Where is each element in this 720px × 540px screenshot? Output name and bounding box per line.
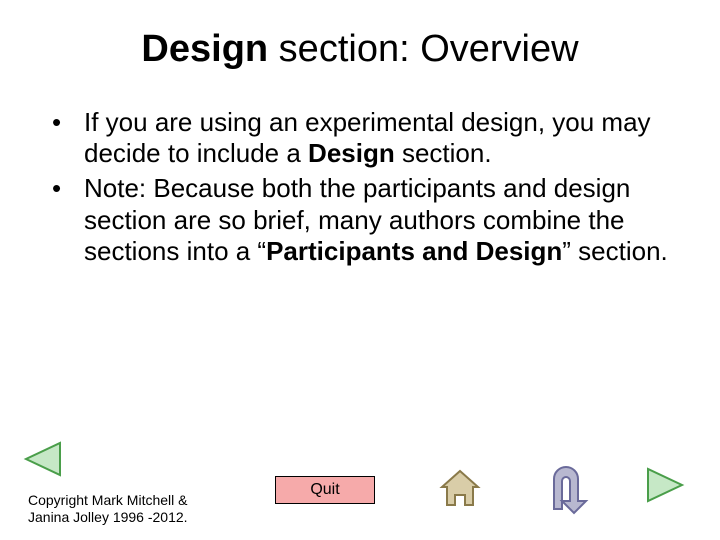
title-rest: section: Overview [268, 28, 578, 70]
u-turn-icon [536, 463, 592, 515]
bullet-list: If you are using an experimental design,… [40, 107, 680, 267]
slide-title: Design section: Overview [40, 28, 680, 71]
bullet-item: If you are using an experimental design,… [52, 107, 680, 169]
quit-button[interactable]: Quit [275, 476, 375, 504]
next-slide-button[interactable] [644, 465, 688, 510]
return-button[interactable] [536, 463, 592, 520]
title-bold: Design [141, 28, 268, 70]
previous-slide-button[interactable] [20, 439, 64, 484]
bullet-item: Note: Because both the participants and … [52, 173, 680, 267]
arrow-left-icon [20, 439, 64, 479]
home-icon [438, 467, 482, 511]
arrow-right-icon [644, 465, 688, 505]
copyright-text: Copyright Mark Mitchell & Janina Jolley … [28, 492, 188, 526]
home-button[interactable] [438, 467, 482, 516]
